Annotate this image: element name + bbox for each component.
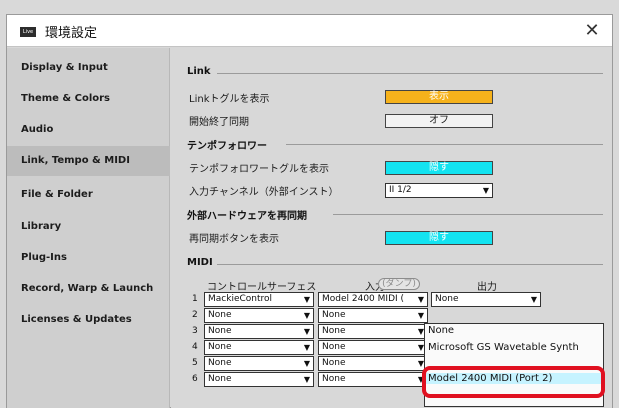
sidebar-item-file-folder[interactable]: File & Folder <box>7 180 170 210</box>
midi-output-value: None <box>435 294 459 304</box>
midi-input-value: None <box>322 358 346 368</box>
dropdown-arrow-icon: ▼ <box>417 295 424 304</box>
control-surface-value: MackieControl <box>208 294 273 304</box>
midi-input-select[interactable]: None ▼ <box>318 308 428 323</box>
midi-input-select[interactable]: Model 2400 MIDI ( ▼ <box>318 292 428 307</box>
window-title: 環境設定 <box>45 26 98 41</box>
control-surface-select[interactable]: None ▼ <box>204 340 314 355</box>
sidebar-item-display-input[interactable]: Display & Input <box>7 53 170 83</box>
title-bar: Live 環境設定 ✕ <box>7 15 612 47</box>
column-header-output: 出力 <box>477 282 497 293</box>
midi-row-number: 3 <box>192 326 198 336</box>
midi-row-number: 4 <box>192 342 198 352</box>
control-surface-select[interactable]: None ▼ <box>204 324 314 339</box>
dump-button[interactable]: (ダンプ) <box>378 278 420 290</box>
close-button[interactable]: ✕ <box>580 19 604 43</box>
dropdown-arrow-icon: ▼ <box>530 295 537 304</box>
ableton-live-icon: Live <box>20 27 36 37</box>
section-divider <box>217 264 603 265</box>
midi-input-value: None <box>322 374 346 384</box>
dropdown-arrow-icon: ▼ <box>303 359 310 368</box>
sidebar-item-plug-ins[interactable]: Plug-Ins <box>7 243 170 273</box>
sidebar-item-theme-colors[interactable]: Theme & Colors <box>7 84 170 114</box>
section-divider <box>333 214 603 215</box>
tempo-follower-toggle-label: テンポフォロワートグルを表示 <box>189 164 329 175</box>
sidebar-item-link-tempo-midi[interactable]: Link, Tempo & MIDI <box>7 146 170 176</box>
midi-input-value: None <box>322 342 346 352</box>
link-toggle-show-button[interactable]: 表示 <box>385 90 493 104</box>
midi-output-select[interactable]: None ▼ <box>431 292 541 307</box>
resync-button-label: 再同期ボタンを表示 <box>189 234 279 245</box>
control-surface-select[interactable]: None ▼ <box>204 372 314 387</box>
sidebar-item-audio[interactable]: Audio <box>7 115 170 145</box>
tempo-follower-toggle-button[interactable]: 隠す <box>385 161 493 175</box>
red-highlight-annotation <box>422 366 605 398</box>
midi-input-value: None <box>322 326 346 336</box>
dropdown-arrow-icon: ▼ <box>303 327 310 336</box>
sidebar-item-record-warp-launch[interactable]: Record, Warp & Launch <box>7 274 170 304</box>
sidebar-item-library[interactable]: Library <box>7 212 170 242</box>
close-icon: ✕ <box>584 20 600 41</box>
dropdown-arrow-icon: ▼ <box>303 343 310 352</box>
section-tempo-follower-title: テンポフォロワー <box>187 141 267 152</box>
midi-input-select[interactable]: None ▼ <box>318 340 428 355</box>
control-surface-value: None <box>208 326 232 336</box>
section-resync-title: 外部ハードウェアを再同期 <box>187 211 307 222</box>
midi-row-number: 2 <box>192 310 198 320</box>
dropdown-arrow-icon: ▼ <box>303 295 310 304</box>
dropdown-arrow-icon: ▼ <box>303 311 310 320</box>
midi-input-value: Model 2400 MIDI ( <box>322 294 405 304</box>
control-surface-value: None <box>208 310 232 320</box>
midi-row-number: 6 <box>192 374 198 384</box>
start-stop-sync-button[interactable]: オフ <box>385 114 493 128</box>
midi-input-value: None <box>322 310 346 320</box>
control-surface-select[interactable]: None ▼ <box>204 356 314 371</box>
dropdown-arrow-icon: ▼ <box>417 311 424 320</box>
section-midi-title: MIDI <box>187 257 213 268</box>
midi-row-number: 5 <box>192 358 198 368</box>
input-channel-value: II 1/2 <box>389 185 412 195</box>
control-surface-value: None <box>208 374 232 384</box>
section-link-title: Link <box>187 66 211 77</box>
sidebar: Display & Input Theme & Colors Audio Lin… <box>7 48 170 408</box>
link-toggle-label: Linkトグルを表示 <box>189 94 270 105</box>
dropdown-arrow-icon: ▼ <box>303 375 310 384</box>
input-channel-label: 入力チャンネル（外部インスト） <box>189 187 339 198</box>
section-divider <box>217 73 603 74</box>
dropdown-option[interactable]: Microsoft GS Wavetable Synth <box>428 342 579 353</box>
section-divider <box>286 144 603 145</box>
resync-toggle-button[interactable]: 隠す <box>385 231 493 245</box>
column-header-control-surface: コントロールサーフェス <box>207 282 317 293</box>
midi-input-select[interactable]: None ▼ <box>318 324 428 339</box>
dropdown-arrow-icon: ▼ <box>482 186 489 195</box>
midi-input-select[interactable]: None ▼ <box>318 356 428 371</box>
control-surface-select[interactable]: MackieControl ▼ <box>204 292 314 307</box>
control-surface-value: None <box>208 342 232 352</box>
control-surface-value: None <box>208 358 232 368</box>
dropdown-option[interactable]: None <box>428 325 454 336</box>
sidebar-item-licenses-updates[interactable]: Licenses & Updates <box>7 305 170 335</box>
input-channel-select[interactable]: II 1/2 ▼ <box>385 183 493 198</box>
control-surface-select[interactable]: None ▼ <box>204 308 314 323</box>
midi-input-select[interactable]: None ▼ <box>318 372 428 387</box>
midi-row-number: 1 <box>192 294 198 304</box>
start-stop-sync-label: 開始終了同期 <box>189 117 249 128</box>
